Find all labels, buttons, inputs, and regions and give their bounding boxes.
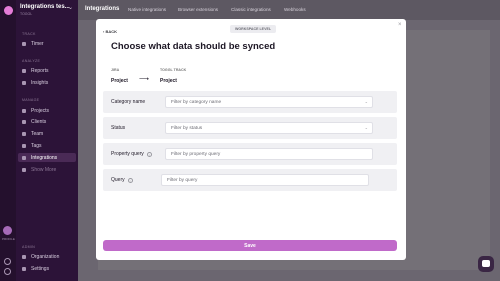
sidebar-item-label: Insights — [31, 79, 49, 86]
sync-data-modal: × WORKSPACE LEVEL ‹ BACK Choose what dat… — [96, 19, 406, 260]
property-query-input[interactable]: Filter by property query — [165, 148, 373, 160]
input-placeholder: Filter by query — [167, 177, 198, 183]
save-button[interactable]: Save — [103, 240, 397, 251]
sidebar-item-label: Organization — [31, 253, 60, 260]
integrations-icon — [22, 155, 26, 160]
status-dropdown[interactable]: Filter by status ⌄ — [165, 122, 373, 134]
sidebar-item-show-more[interactable]: Show More — [18, 165, 76, 174]
row-label-text: Category name — [111, 99, 146, 105]
row-label: Property query i — [111, 151, 152, 157]
dropdown-placeholder: Filter by status — [171, 125, 203, 131]
toggl-logo-icon[interactable] — [4, 6, 13, 15]
source-value: Project — [111, 78, 128, 84]
tab-classic-integrations[interactable]: Classic integrations — [231, 7, 271, 12]
category-name-dropdown[interactable]: Filter by category name ⌄ — [165, 96, 373, 108]
sidebar-item-label: Team — [31, 130, 44, 137]
info-icon[interactable]: i — [127, 177, 133, 183]
sidebar-item-label: Projects — [31, 107, 50, 114]
sidebar-item-tags[interactable]: Tags — [18, 141, 76, 150]
sidebar-item-label: Integrations — [31, 154, 58, 161]
avatar[interactable] — [3, 226, 12, 235]
row-label-text: Status — [111, 125, 126, 131]
reports-icon — [22, 68, 26, 73]
avatar-label: PROFILE — [2, 237, 15, 241]
clients-icon — [22, 119, 26, 124]
sidebar-item-timer[interactable]: Timer — [18, 39, 76, 48]
sidebar-item-label: Clients — [31, 118, 47, 125]
target-value: Project — [160, 78, 177, 84]
row-label: Status — [111, 125, 125, 131]
section-track: TRACK — [22, 32, 36, 36]
chevron-down-icon[interactable]: ⌄ — [68, 4, 73, 11]
filter-row-status: Status Filter by status ⌄ — [103, 117, 397, 139]
close-icon[interactable]: × — [398, 22, 402, 28]
tags-icon — [22, 143, 26, 148]
section-analyze: ANALYZE — [22, 59, 41, 63]
modal-title: Choose what data should be synced — [111, 41, 276, 52]
sidebar-item-reports[interactable]: Reports — [18, 66, 76, 75]
chat-support-icon[interactable] — [478, 256, 494, 272]
filter-row-query: Query i Filter by query — [103, 169, 397, 191]
sidebar: Integrations tes... TOGGL ⌄ TRACK Timer … — [0, 0, 78, 281]
back-button[interactable]: ‹ BACK — [103, 29, 117, 34]
gear-icon — [22, 266, 26, 271]
sidebar-item-label: Timer — [31, 40, 44, 47]
sidebar-item-team[interactable]: Team — [18, 129, 76, 138]
tab-native-integrations[interactable]: Native integrations — [128, 7, 166, 12]
source-label: JIRA — [111, 68, 120, 72]
workspace-subtitle: TOGGL — [20, 12, 33, 16]
sidebar-item-settings[interactable]: Settings — [18, 264, 76, 273]
chevron-down-icon: ⌄ — [364, 125, 368, 130]
sidebar-item-label: Reports — [31, 67, 49, 74]
input-placeholder: Filter by property query — [171, 151, 221, 157]
workspace-level-badge: WORKSPACE LEVEL — [230, 25, 277, 33]
tab-browser-extensions[interactable]: Browser extensions — [178, 7, 218, 12]
dropdown-placeholder: Filter by category name — [171, 99, 222, 105]
sidebar-item-label: Show More — [31, 166, 57, 173]
notifications-icon[interactable] — [4, 268, 11, 275]
arrow-right-icon: ⟶ — [139, 76, 150, 83]
filter-row-category: Category name Filter by category name ⌄ — [103, 91, 397, 113]
sidebar-item-insights[interactable]: Insights — [18, 78, 76, 87]
sidebar-item-projects[interactable]: Projects — [18, 106, 76, 115]
sidebar-item-label: Tags — [31, 142, 42, 149]
team-icon — [22, 131, 26, 136]
top-bar: Integrations Native integrations Browser… — [78, 0, 500, 20]
row-label: Category name — [111, 99, 145, 105]
help-icon[interactable] — [4, 258, 11, 265]
section-manage: MANAGE — [22, 98, 40, 102]
sidebar-item-label: Settings — [31, 265, 50, 272]
filter-row-property-query: Property query i Filter by property query — [103, 143, 397, 165]
sidebar-item-clients[interactable]: Clients — [18, 117, 76, 126]
tab-webhooks[interactable]: Webhooks — [284, 7, 306, 12]
section-admin: ADMIN — [22, 245, 36, 249]
insights-icon — [22, 80, 26, 85]
info-icon[interactable]: i — [146, 151, 152, 157]
chevron-down-icon — [22, 167, 26, 172]
sidebar-item-organization[interactable]: Organization — [18, 252, 76, 261]
row-label-text: Property query — [111, 151, 144, 157]
row-label: Query i — [111, 177, 133, 183]
row-label-text: Query — [111, 177, 125, 183]
projects-icon — [22, 108, 26, 113]
workspace-title[interactable]: Integrations tes... — [20, 4, 70, 10]
chevron-down-icon: ⌄ — [364, 99, 368, 104]
query-input[interactable]: Filter by query — [161, 174, 369, 186]
sidebar-item-integrations[interactable]: Integrations — [18, 153, 76, 162]
timer-icon — [22, 41, 26, 46]
target-label: TOGGL TRACK — [160, 68, 187, 72]
organization-icon — [22, 254, 26, 259]
page-title: Integrations — [85, 6, 120, 12]
